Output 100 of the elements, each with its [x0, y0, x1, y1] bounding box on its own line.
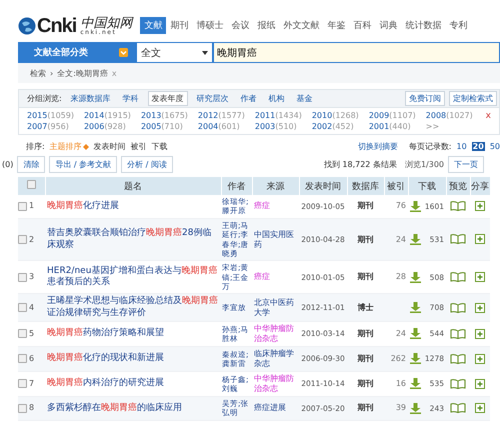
citation-count: 76	[396, 201, 406, 210]
nav-tab[interactable]: 期刊	[166, 17, 192, 34]
year-link[interactable]: 2015(1059)	[27, 111, 74, 120]
nav-tab[interactable]: 外文文献	[279, 17, 324, 34]
checkbox[interactable]	[18, 202, 27, 211]
year-link[interactable]: 2007(956)	[27, 122, 74, 131]
page-indicator: 浏览1/300	[404, 159, 444, 170]
nav-tab[interactable]: 年鉴	[323, 17, 350, 34]
year-link[interactable]: 2006(928)	[84, 122, 131, 131]
action-button[interactable]: 免费订阅	[405, 91, 445, 106]
database-text: 期刊	[358, 378, 374, 388]
sort-option[interactable]: 被引	[130, 141, 147, 152]
plus-icon	[475, 302, 485, 313]
nav-tab[interactable]: 会议	[227, 17, 254, 34]
checkbox[interactable]	[18, 379, 27, 388]
year-link[interactable]: 2010(1268)	[312, 111, 359, 120]
database-text: 期刊	[358, 234, 374, 244]
year-link[interactable]: 2014(1915)	[84, 111, 131, 120]
next-page-button[interactable]: 下一页	[448, 156, 484, 173]
checkbox[interactable]	[18, 354, 27, 364]
group-tab[interactable]: 学科	[120, 92, 142, 105]
download-icon	[410, 402, 421, 414]
database-text: 期刊	[358, 403, 374, 412]
source-link[interactable]: 中华肿瘤防治杂志	[254, 374, 297, 394]
download-icon	[410, 353, 421, 364]
row-number: 7	[29, 378, 34, 389]
sort-option[interactable]: 发表时间	[94, 141, 126, 152]
title-link[interactable]: 晚期胃癌内科治疗的研究进展	[47, 378, 219, 390]
checkbox[interactable]	[26, 180, 36, 189]
book-icon	[450, 328, 466, 339]
title-link[interactable]: HER2/neu基因扩增和蛋白表达与晚期胃癌 患者预后的关系	[47, 266, 219, 289]
column-header: 发表时间	[299, 177, 347, 195]
checkbox[interactable]	[18, 329, 27, 338]
column-header: 数据库	[347, 177, 384, 195]
toolbar-button[interactable]: 分析 / 阅读	[121, 156, 173, 173]
year-link[interactable]: 2003(510)	[254, 122, 302, 131]
per-page-option[interactable]: 50	[490, 142, 500, 151]
toolbar-button[interactable]: 清除	[17, 156, 46, 173]
source-link[interactable]: 癌症	[254, 201, 297, 212]
source-link[interactable]: 癌症	[254, 272, 297, 282]
download-icon	[410, 378, 421, 390]
year-link[interactable]: 2008(1027)	[426, 111, 473, 120]
title-link[interactable]: 晚期胃癌化疗进展	[47, 200, 219, 212]
switch-link[interactable]: 切换到摘要	[358, 141, 398, 152]
group-tab[interactable]: 研究层次	[194, 92, 232, 105]
logo-text: Cnki	[37, 16, 76, 36]
group-tab[interactable]: 来源数据库	[68, 92, 114, 105]
download-icon	[410, 328, 421, 340]
checkbox[interactable]	[18, 235, 27, 244]
column-header: 分享	[470, 177, 490, 195]
database-text: 期刊	[358, 328, 374, 338]
group-tab[interactable]: 发表年度	[148, 91, 188, 106]
nav-tab[interactable]: 专利	[445, 17, 472, 34]
checkbox[interactable]	[18, 404, 27, 413]
per-page-option[interactable]: 20	[472, 142, 485, 151]
group-tab[interactable]: 基金	[294, 92, 316, 105]
book-icon	[450, 201, 466, 212]
nav-tab[interactable]: 词典	[375, 17, 402, 34]
column-header: 下载	[408, 177, 446, 195]
row-number: 5	[29, 328, 34, 339]
field-select[interactable]: 全文	[136, 42, 213, 63]
search-field[interactable]: 晚期胃癌	[213, 42, 500, 63]
close-button[interactable]: x	[486, 111, 491, 131]
group-tab[interactable]: 机构	[266, 92, 288, 105]
nav-tab[interactable]: 文献	[140, 17, 166, 34]
year-link[interactable]: 2012(1577)	[198, 111, 245, 120]
category-dropdown[interactable]: 文献全部分类	[18, 42, 136, 63]
year-link[interactable]: 2002(452)	[312, 122, 359, 131]
action-button[interactable]: 定制检索式	[449, 91, 497, 106]
book-icon	[450, 234, 466, 244]
checkbox[interactable]	[18, 272, 27, 282]
plus-icon	[475, 354, 485, 364]
toolbar-button[interactable]: 导出 / 参考文献	[49, 156, 118, 173]
row-number: 3	[29, 272, 34, 282]
nav-tab[interactable]: 统计数据	[401, 17, 446, 34]
nav-tab[interactable]: 报纸	[253, 17, 280, 34]
row-number: 1	[29, 201, 34, 212]
nav-tab[interactable]: 博硕士	[192, 17, 228, 34]
result-count: 找到 18,722 条结果	[324, 159, 397, 170]
group-tab[interactable]: 作者	[238, 92, 260, 105]
year-link[interactable]: 2005(710)	[140, 122, 188, 131]
year-link[interactable]: 2004(601)	[198, 122, 245, 131]
year-link[interactable]: 2009(1107)	[368, 111, 416, 120]
selected-count: (0)	[2, 160, 14, 169]
download-icon	[410, 302, 421, 314]
globe-icon	[18, 17, 36, 35]
column-header: 被引	[384, 177, 408, 195]
source-link[interactable]: 中华肿瘤防治杂志	[254, 324, 297, 344]
year-link[interactable]: 2013(1675)	[140, 111, 188, 120]
book-icon	[450, 403, 466, 414]
title-link[interactable]: 晚期胃癌药物治疗策略和展望	[47, 328, 219, 340]
book-icon	[450, 354, 466, 364]
per-page-option[interactable]: 10	[456, 142, 467, 151]
year-link[interactable]: 2011(1434)	[254, 111, 302, 120]
breadcrumb-link[interactable]: 检索	[30, 68, 46, 78]
nav-tab[interactable]: 百科	[349, 17, 376, 34]
column-header: 预览	[446, 177, 470, 195]
year-link[interactable]: 2001(440)	[368, 122, 416, 131]
checkbox[interactable]	[18, 303, 27, 312]
sort-option[interactable]: 下载	[152, 141, 168, 152]
